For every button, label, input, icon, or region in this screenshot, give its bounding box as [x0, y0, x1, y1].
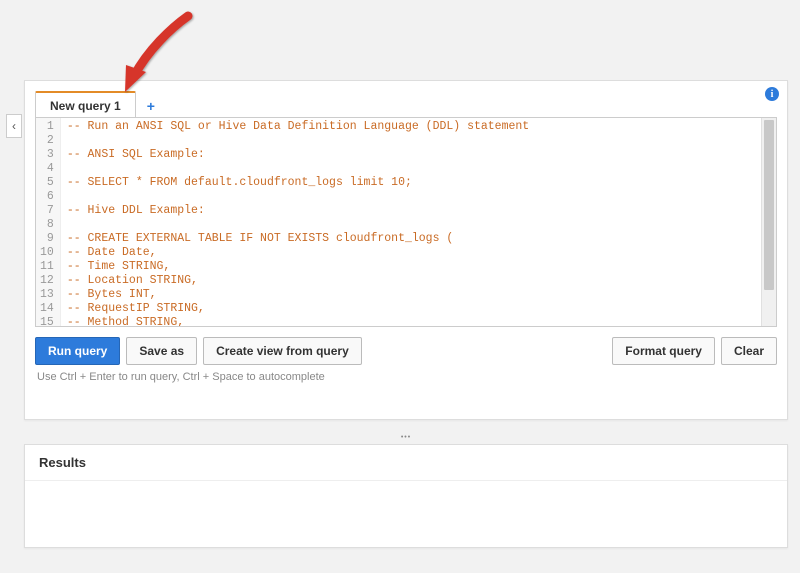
code-line[interactable]: -- ANSI SQL Example:	[67, 148, 770, 162]
clear-button[interactable]: Clear	[721, 337, 777, 365]
line-number: 12	[40, 274, 54, 288]
code-line[interactable]: -- Date Date,	[67, 246, 770, 260]
line-number: 9	[40, 232, 54, 246]
line-number: 6	[40, 190, 54, 204]
code-line[interactable]: -- CREATE EXTERNAL TABLE IF NOT EXISTS c…	[67, 232, 770, 246]
create-view-button[interactable]: Create view from query	[203, 337, 362, 365]
code-content[interactable]: -- Run an ANSI SQL or Hive Data Definiti…	[61, 118, 776, 326]
line-number: 4	[40, 162, 54, 176]
code-line[interactable]	[67, 218, 770, 232]
run-query-button[interactable]: Run query	[35, 337, 120, 365]
line-number: 11	[40, 260, 54, 274]
line-number: 1	[40, 120, 54, 134]
grip-icon: •••	[395, 434, 417, 439]
line-number: 14	[40, 302, 54, 316]
query-editor-panel: i New query 1 + 123456789101112131415161…	[24, 80, 788, 420]
code-line[interactable]: -- Method STRING,	[67, 316, 770, 326]
panel-resize-handle[interactable]: •••	[24, 430, 788, 442]
line-number: 2	[40, 134, 54, 148]
save-as-button[interactable]: Save as	[126, 337, 197, 365]
chevron-left-icon: ‹	[12, 119, 16, 133]
line-number: 15	[40, 316, 54, 327]
code-line[interactable]: -- Bytes INT,	[67, 288, 770, 302]
code-line[interactable]	[67, 134, 770, 148]
results-panel: Results	[24, 444, 788, 548]
line-number: 10	[40, 246, 54, 260]
code-line[interactable]: -- SELECT * FROM default.cloudfront_logs…	[67, 176, 770, 190]
code-line[interactable]	[67, 162, 770, 176]
code-line[interactable]	[67, 190, 770, 204]
code-line[interactable]: -- Location STRING,	[67, 274, 770, 288]
code-line[interactable]: -- Hive DDL Example:	[67, 204, 770, 218]
line-number: 3	[40, 148, 54, 162]
keyboard-hint: Use Ctrl + Enter to run query, Ctrl + Sp…	[35, 369, 777, 383]
editor-scrollbar[interactable]	[761, 118, 776, 326]
line-number: 8	[40, 218, 54, 232]
scrollbar-thumb[interactable]	[764, 120, 774, 290]
add-tab-button[interactable]: +	[138, 93, 164, 119]
tab-query-1[interactable]: New query 1	[35, 91, 136, 119]
sidebar-collapse-toggle[interactable]: ‹	[6, 114, 22, 138]
code-line[interactable]: -- RequestIP STRING,	[67, 302, 770, 316]
results-title: Results	[25, 445, 787, 481]
editor-toolbar: Run query Save as Create view from query…	[35, 327, 777, 369]
format-query-button[interactable]: Format query	[612, 337, 715, 365]
line-number: 13	[40, 288, 54, 302]
query-tabs: New query 1 +	[35, 91, 777, 119]
line-number: 7	[40, 204, 54, 218]
code-line[interactable]: -- Time STRING,	[67, 260, 770, 274]
line-number-gutter: 1234567891011121314151617181920	[36, 118, 61, 326]
code-line[interactable]: -- Run an ANSI SQL or Hive Data Definiti…	[67, 120, 770, 134]
line-number: 5	[40, 176, 54, 190]
sql-editor[interactable]: 1234567891011121314151617181920 -- Run a…	[35, 117, 777, 327]
